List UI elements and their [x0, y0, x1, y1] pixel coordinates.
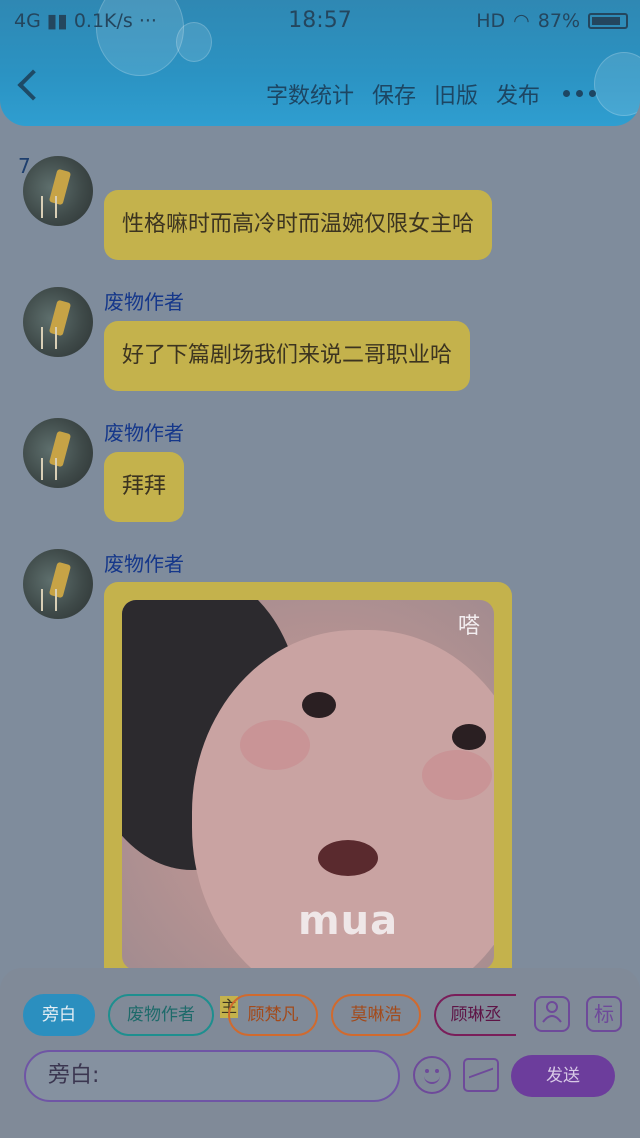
avatar[interactable] — [23, 287, 93, 357]
save-button[interactable]: 保存 — [372, 78, 416, 110]
message-author: 废物作者 — [104, 290, 184, 314]
person-icon-svg — [542, 1001, 562, 1023]
top-header: 4G ▮▮ 0.1K/s ··· 18:57 HD ◠ 87% 字数统计 保存 … — [0, 0, 640, 126]
message-photo[interactable]: mua 嗒 — [122, 600, 494, 970]
publish-button[interactable]: 发布 — [496, 78, 540, 110]
message-input[interactable]: 旁白: — [24, 1050, 400, 1102]
photo-cheek — [240, 720, 310, 770]
send-button[interactable]: 发送 — [511, 1055, 615, 1097]
photo-mouth — [318, 840, 378, 876]
message-author: 废物作者 — [104, 552, 184, 576]
role-chip-gu-linsheng[interactable]: 顾琳丞 — [434, 994, 516, 1036]
emoji-icon[interactable] — [413, 1056, 451, 1094]
status-bar: 4G ▮▮ 0.1K/s ··· 18:57 HD ◠ 87% — [0, 0, 640, 44]
role-chip-narrator[interactable]: 旁白 — [23, 994, 95, 1036]
header-actions: 字数统计 保存 旧版 发布 — [266, 78, 540, 110]
message-author: 废物作者 — [104, 421, 184, 445]
hd-label: HD — [476, 10, 506, 32]
decorative-bubble — [594, 52, 640, 116]
role-chip-gu-fanfan[interactable]: 顾梵凡 — [228, 994, 318, 1036]
wifi-icon: ◠ — [513, 10, 530, 32]
role-chip-author[interactable]: 废物作者 — [108, 994, 214, 1036]
message-bubble[interactable]: 拜拜 — [104, 452, 185, 522]
avatar[interactable] — [23, 156, 93, 226]
message-bubble[interactable]: 性格嘛时而高冷时而温婉仅限女主哈 — [104, 190, 493, 260]
photo-cheek — [422, 750, 492, 800]
avatar[interactable] — [23, 418, 93, 488]
back-arrow-icon[interactable] — [17, 69, 49, 101]
role-chip-mo-linhao[interactable]: 莫啉浩 — [331, 994, 421, 1036]
status-right: HD ◠ 87% — [476, 10, 628, 32]
battery-percent: 87% — [537, 10, 580, 32]
battery-icon — [588, 13, 628, 29]
message-bubble[interactable]: 好了下篇剧场我们来说二哥职业哈 — [104, 321, 471, 391]
photo-eye — [302, 692, 336, 718]
photo-tag: 嗒 — [457, 614, 480, 639]
person-icon[interactable] — [534, 996, 570, 1032]
avatar[interactable] — [23, 549, 93, 619]
photo-eye — [452, 724, 486, 750]
old-version-button[interactable]: 旧版 — [434, 78, 478, 110]
image-icon[interactable] — [463, 1058, 499, 1092]
word-count-button[interactable]: 字数统计 — [266, 78, 354, 110]
photo-caption: mua — [298, 898, 399, 944]
more-icon[interactable] — [563, 90, 596, 97]
mark-button[interactable]: 标 — [586, 996, 622, 1032]
